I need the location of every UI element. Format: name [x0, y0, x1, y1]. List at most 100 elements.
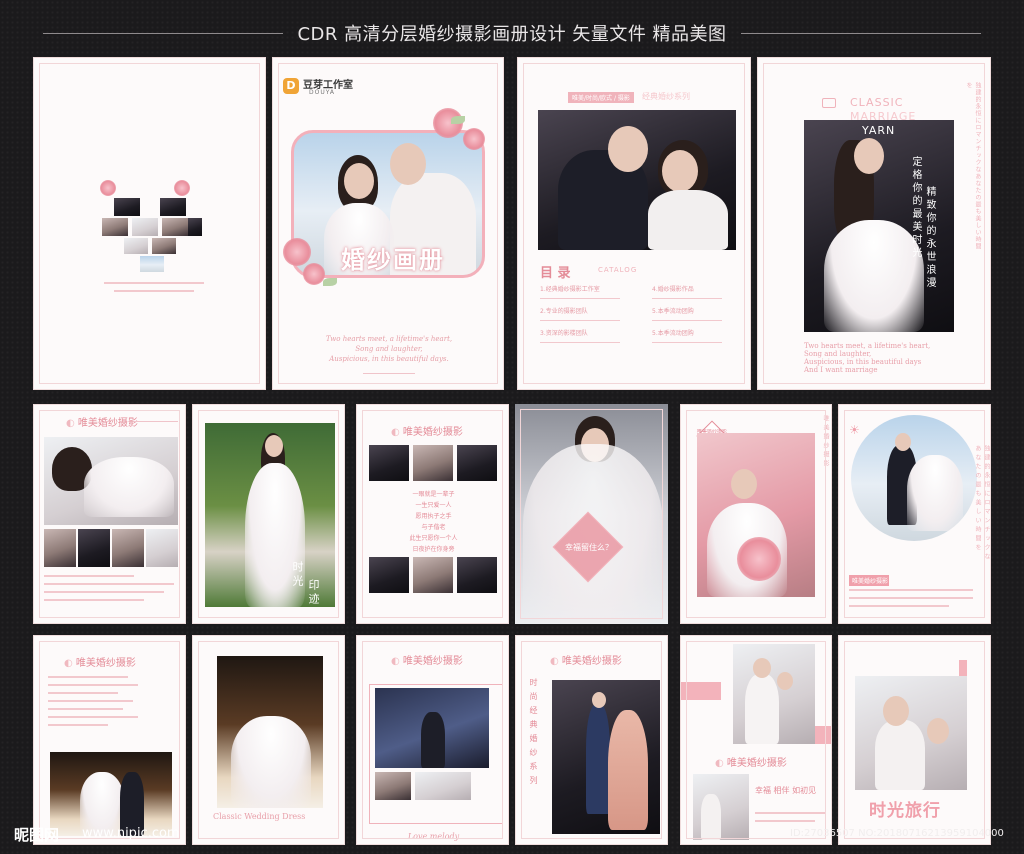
photo-thumb [188, 218, 202, 236]
photo-thumb [102, 218, 128, 236]
contents-item: 4.婚纱摄影作品 [652, 286, 694, 293]
cover-script-line: Two hearts meet, a lifetime's heart, [325, 335, 453, 343]
page: Classic Wedding Dress [192, 635, 345, 845]
photo-thumb [457, 445, 497, 481]
spread-r3-3: 唯美婚纱摄影 幸福 相伴 如初见 时光旅行 [680, 635, 991, 845]
poem: 一眼就是一辈子 一生只爱一人 愿用执子之手 与子偕老 此生只愿你一个人 日夜护在… [357, 489, 508, 555]
photo-thumb [114, 198, 140, 216]
poem-line: 一眼就是一辈子 [412, 491, 455, 498]
camera-icon [822, 98, 836, 108]
photo-thumb [413, 557, 453, 593]
contents-tag: 唯美/时尚/欧式 / 摄影 [568, 92, 634, 103]
contents-item: 3.资深的影楼团队 [540, 330, 588, 337]
spread-r3-2: 唯美婚纱摄影 Love melody 唯美婚纱摄影 时尚经典婚纱系列 [356, 635, 668, 845]
spread-r3-1: 唯美婚纱摄影 Classic Wedding Dress [33, 635, 345, 845]
classic-title2: MARRIAGE [850, 110, 917, 123]
time-travel-title: 时光旅行 [869, 801, 941, 821]
page-phrase: 时光 [291, 561, 304, 589]
section-title: 唯美婚纱摄影 [550, 652, 622, 667]
photo-bride-veil [515, 404, 668, 624]
love-melody: Love melody [407, 832, 460, 841]
floral-decoration [463, 128, 485, 150]
photo-thumb [457, 557, 497, 593]
section-title: 唯美婚纱摄影 [715, 754, 787, 769]
photo-couple-street [375, 688, 489, 768]
poem-line: 此生只愿你一个人 [409, 535, 458, 542]
page: ☀ 独建的永恒にロマンチックなあなたの最も美しい時間を 唯美婚纱摄影 [838, 404, 991, 624]
section-title: 唯美婚纱摄影 [391, 652, 463, 667]
contents-item: 5.本季流动团购 [652, 330, 694, 337]
watermark-id: ID:27036507 NO:20180716213959104000 [790, 828, 1004, 839]
photo-thumb [369, 445, 409, 481]
page: 时光旅行 [838, 635, 991, 845]
page: 时光 印迹 [192, 404, 345, 624]
classic-title3: YARN [862, 124, 896, 137]
classic-slogan1: 定格你的最美时光 [910, 156, 921, 260]
header-left-rule [43, 32, 284, 34]
leaf-decoration [323, 278, 337, 286]
contents-item: 5.本季流动团购 [652, 308, 694, 315]
photo-couple-fashion [552, 680, 660, 834]
watermark-url: www.nipic.com [82, 826, 180, 841]
photo-couple-venue [50, 752, 172, 836]
page-back-cover [33, 57, 266, 390]
page: 唯美婚纱摄影 时尚经典婚纱系列 [515, 635, 668, 845]
watermark-brand: 昵图网 [14, 826, 60, 844]
page-cover: D 豆芽工作室 DOUYA 婚纱画册 Two hearts meet, a li… [272, 57, 504, 390]
spread-contents: 唯美/时尚/欧式 / 摄影 经典婚纱系列 目 录 CATALOG 1.经典婚纱摄… [517, 57, 991, 390]
page-contents: 唯美/时尚/欧式 / 摄影 经典婚纱系列 目 录 CATALOG 1.经典婚纱摄… [517, 57, 751, 390]
rose-decoration [100, 180, 116, 196]
page: 唯美婚纱摄影 一眼就是一辈子 一生只爱一人 愿用执子之手 与子偕老 此生只愿你一… [356, 404, 509, 624]
contact-text [114, 290, 194, 292]
cover-title: 婚纱画册 [341, 246, 445, 274]
poem-line: 一生只爱一人 [415, 502, 452, 509]
page-phrase: 印迹 [307, 579, 320, 607]
photo-thumb [375, 772, 411, 800]
floral-decoration [283, 238, 311, 266]
contents-title: 目 录 [540, 266, 571, 281]
spread-r2-1: 唯美婚纱摄影 时光 印迹 [33, 404, 345, 624]
photo-couple-time [855, 676, 967, 790]
poem-line: 日夜护在你身旁 [412, 546, 455, 553]
poem-line: 与子偕老 [421, 524, 446, 531]
classic-script-line: Song and laughter, [804, 350, 872, 358]
photo-thumb [152, 238, 176, 254]
veil-text: 幸福留住么？ [565, 543, 613, 552]
photo-couple-circle [851, 415, 977, 541]
photo-thumb [415, 772, 471, 800]
rose-decoration [174, 180, 190, 196]
photo-thumb [124, 238, 148, 254]
photo-thumb [369, 557, 409, 593]
sun-icon: ☀ [849, 423, 860, 437]
contents-item: 2.专业的摄影团队 [540, 308, 588, 315]
classic-script-line: And I want marriage [804, 366, 878, 374]
contents-item: 1.经典婚纱摄影工作室 [540, 286, 600, 293]
cover-script: Two hearts meet, a lifetime's heart, Son… [273, 334, 503, 364]
vertical-text: 唯美婚纱摄影 [822, 415, 829, 469]
page: 唯美婚纱摄影 幸福 相伴 如初见 [680, 635, 832, 845]
photo-bride-lying [44, 437, 178, 525]
brand-sub: DOUYA [309, 89, 336, 96]
happy-text: 幸福 相伴 如初见 [755, 786, 817, 795]
heart-box [737, 537, 781, 581]
contact-text [104, 282, 204, 284]
poem-line: 愿用执子之手 [415, 513, 452, 520]
page: 唯美婚纱摄影 [33, 635, 186, 845]
photo-thumb [44, 529, 76, 567]
photo-thumb [160, 198, 186, 216]
classic-script-line: Two hearts meet, a lifetime's heart, [804, 342, 931, 350]
section-title: 唯美婚纱摄影 [64, 654, 136, 669]
photo-thumb [162, 218, 188, 236]
photo-thumb [146, 529, 178, 567]
photo-thumb [140, 256, 164, 272]
vertical-text: 独建的永恒にロマンチックなあなたの最も美しい時間を [974, 445, 990, 562]
page-classic: CLASSIC MARRIAGE YARN 定格你的最美时光 精致你的永世浪漫 … [757, 57, 991, 390]
photo-bride-garden: 时光 印迹 [205, 423, 335, 607]
classic-title1: CLASSIC [850, 96, 904, 109]
header-title: CDR 高清分层婚纱摄影画册设计 矢量文件 精品美图 [297, 24, 727, 45]
classic-script-line: Auspicious, in this beautiful days [804, 358, 922, 366]
page: 唯美婚纱摄影 Love melody [356, 635, 509, 845]
classic-vertical-text: 独建的永恒にロマンチックなあなたの最も美しい時間を [965, 82, 981, 250]
page: 唯美婚纱摄影 [33, 404, 186, 624]
photo-couple-embrace [733, 644, 815, 744]
